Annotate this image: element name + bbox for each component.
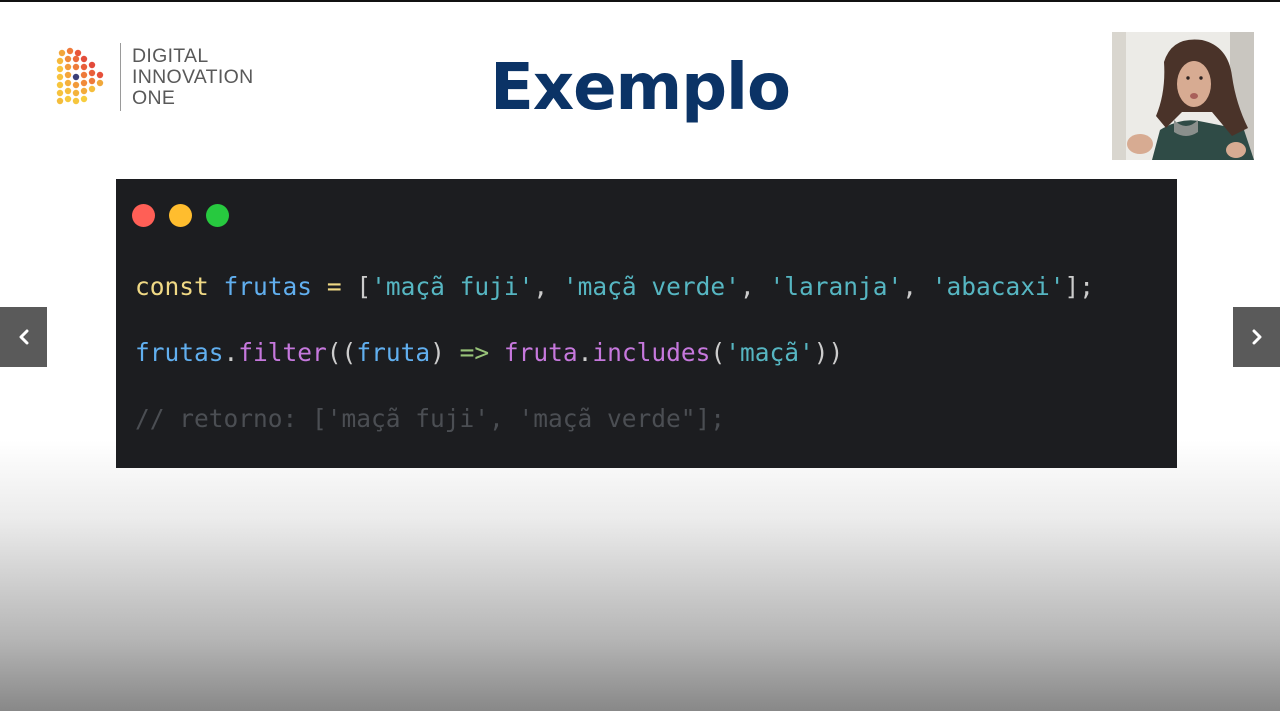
chevron-right-icon	[1252, 329, 1261, 345]
code-punctuation: .	[223, 338, 239, 367]
code-punctuation: ((	[326, 338, 357, 367]
code-argument: fruta	[503, 338, 578, 367]
slide-title: Exemplo	[490, 51, 791, 125]
presenter-webcam	[1112, 32, 1254, 160]
code-punctuation: ];	[1064, 272, 1095, 301]
code-line-1: const frutas = ['maçã fuji', 'maçã verde…	[135, 272, 1094, 302]
window-controls	[132, 204, 243, 227]
code-punctuation: ,	[739, 272, 755, 301]
top-border	[0, 0, 1280, 2]
code-arrow: =>	[459, 338, 490, 367]
code-method: includes	[592, 338, 711, 367]
code-variable: frutas	[135, 338, 224, 367]
code-keyword: const	[135, 272, 209, 301]
code-punctuation: [	[356, 272, 372, 301]
code-punctuation: ,	[902, 272, 917, 301]
code-comment: // retorno: ['maçã fuji', 'maçã verde"];	[135, 404, 726, 433]
chevron-left-icon	[19, 329, 28, 345]
code-punctuation: ,	[533, 272, 549, 301]
code-variable: frutas	[223, 272, 313, 301]
code-punctuation: ))	[813, 338, 844, 367]
previous-slide-button[interactable]	[0, 307, 47, 367]
code-string: 'laranja'	[769, 272, 903, 301]
close-dot-icon	[132, 204, 155, 227]
code-string: 'maçã'	[725, 338, 814, 367]
code-window: const frutas = ['maçã fuji', 'maçã verde…	[116, 179, 1177, 468]
code-string: 'maçã verde'	[562, 272, 740, 301]
code-method: filter	[238, 338, 327, 367]
code-string: 'maçã fuji'	[371, 272, 534, 301]
maximize-dot-icon	[206, 204, 229, 227]
presenter-video-image	[1112, 32, 1254, 160]
code-string: 'abacaxi'	[931, 272, 1065, 301]
minimize-dot-icon	[169, 204, 192, 227]
next-slide-button[interactable]	[1233, 307, 1280, 367]
code-punctuation: (	[710, 338, 726, 367]
code-parameter: fruta	[356, 338, 431, 367]
code-punctuation: )	[430, 338, 445, 367]
code-punctuation: .	[577, 338, 593, 367]
code-line-2: frutas.filter((fruta) => fruta.includes(…	[135, 338, 843, 368]
code-operator: =	[326, 272, 342, 301]
